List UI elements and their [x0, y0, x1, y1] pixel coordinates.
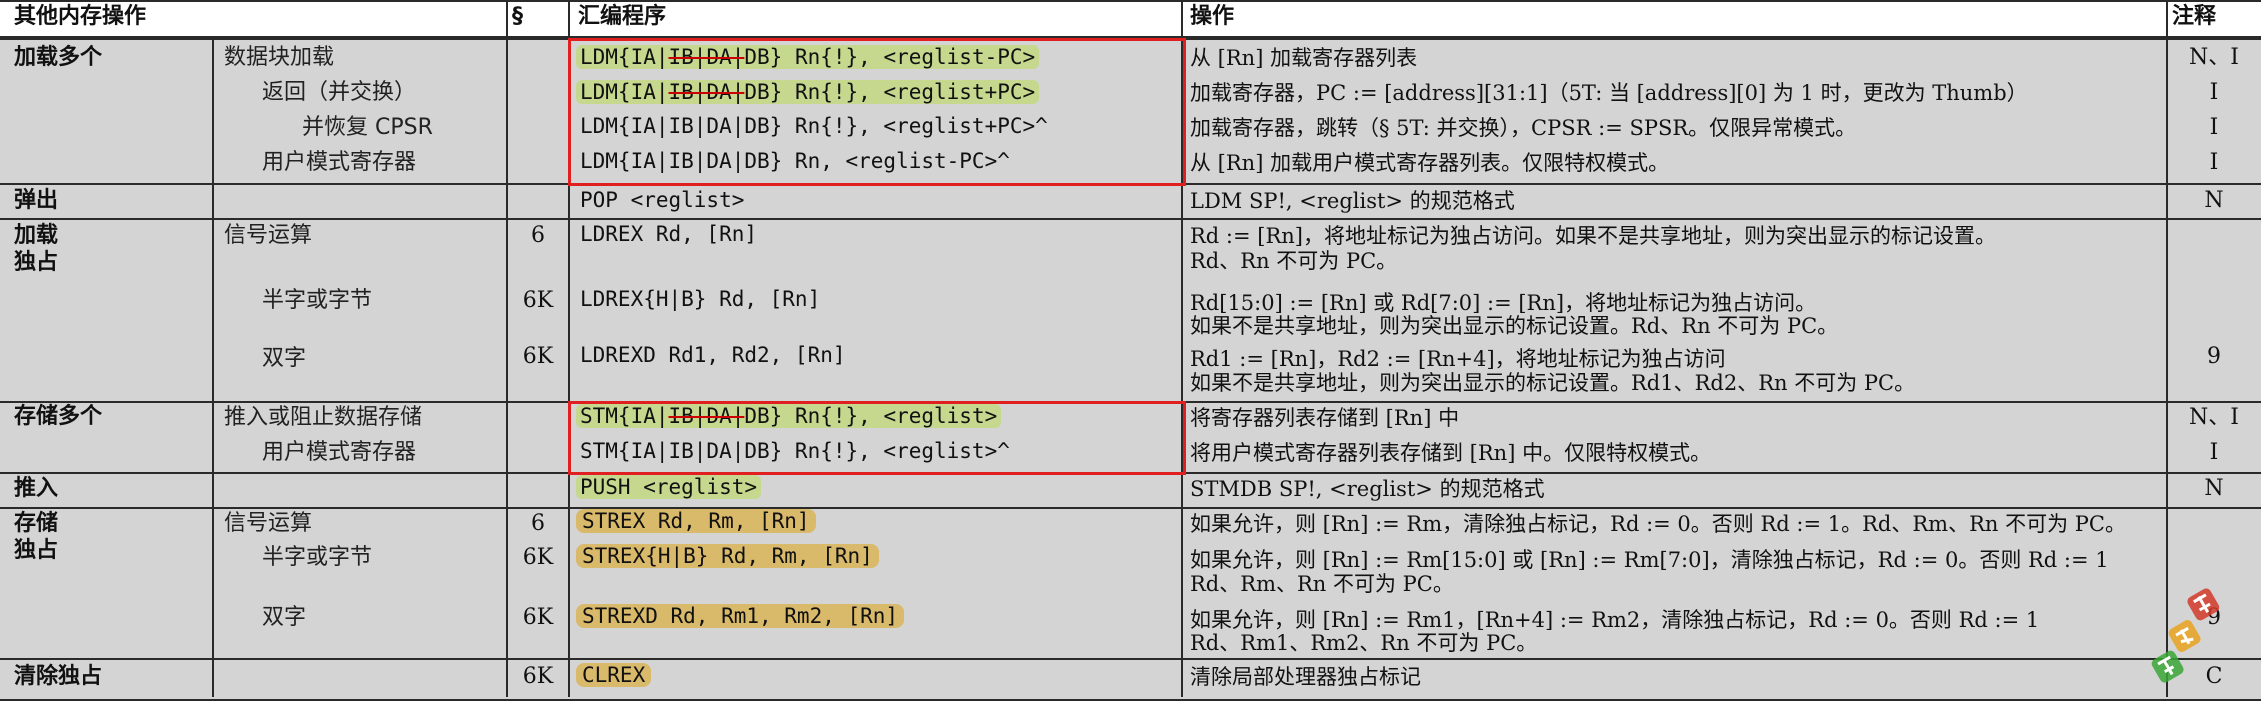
row-subtitle: 半字或字节 — [262, 288, 373, 313]
note-text: N — [2204, 188, 2224, 213]
table-header — [0, 0, 2261, 38]
assembler-code: STREXD Rd, Rm1, Rm2, [Rn] — [576, 603, 905, 629]
group-label: 独占 — [14, 538, 59, 563]
assembler-code: LDREX{H|B} Rd, [Rn] — [580, 287, 821, 311]
row-subtitle: 并恢复 CPSR — [302, 115, 433, 140]
operation-text: 从 [Rn] 加载寄存器列表 — [1190, 46, 1418, 70]
row-subtitle: 用户模式寄存器 — [262, 150, 417, 175]
section-number: 6K — [522, 664, 554, 689]
assembler-code: CLREX — [576, 662, 652, 688]
highlight-exclusive: CLREX — [576, 663, 652, 687]
row-subtitle: 数据块加载 — [224, 45, 335, 70]
group-label: 加载 — [14, 223, 59, 248]
operation-text: 清除局部处理器独占标记 — [1190, 665, 1421, 689]
group-label: 加载多个 — [14, 45, 103, 70]
highlight-exclusive: STREX{H|B} Rd, Rm, [Rn] — [576, 544, 879, 568]
row-subtitle: 半字或字节 — [262, 545, 373, 570]
operation-text: 如果不是共享地址，则为突出显示的标记设置。Rd1、Rd2、Rn 不可为 PC。 — [1190, 371, 1916, 395]
section-number: 6 — [531, 511, 545, 536]
assembler-code: PUSH <reglist> — [576, 474, 762, 500]
header-category: 其他内存操作 — [14, 4, 147, 29]
section-number: 6K — [522, 344, 554, 369]
red-box-load-multiple — [568, 38, 1186, 186]
assembler-code: POP <reglist> — [580, 188, 745, 212]
note-text: I — [2209, 115, 2219, 140]
row-subtitle: 推入或阻止数据存储 — [224, 405, 423, 430]
operation-text: 从 [Rn] 加载用户模式寄存器列表。仅限特权模式。 — [1190, 151, 1670, 175]
highlight-exclusive: STREX Rd, Rm, [Rn] — [576, 509, 816, 533]
operation-text: 将寄存器列表存储到 [Rn] 中 — [1190, 406, 1460, 430]
instruction-reference-table: 其他内存操作 § 汇编程序 操作 注释 加载多个 数据块加载 LDM{IA|IB… — [0, 0, 2261, 701]
note-text: N、I — [2189, 45, 2239, 70]
group-label: 存储 — [14, 511, 59, 536]
column-divider — [212, 36, 214, 697]
group-label: 清除独占 — [14, 664, 103, 689]
header-assembler: 汇编程序 — [578, 4, 667, 29]
highlight-supported: PUSH <reglist> — [576, 475, 762, 499]
row-subtitle: 双字 — [262, 346, 307, 371]
row-subtitle: 信号运算 — [224, 511, 313, 536]
assembler-code: LDREXD Rd1, Rd2, [Rn] — [580, 343, 846, 367]
group-push — [0, 472, 2261, 508]
group-clrex — [0, 658, 2261, 701]
highlight-exclusive: STREXD Rd, Rm1, Rm2, [Rn] — [576, 604, 905, 628]
note-text: I — [2209, 440, 2219, 465]
group-pop — [0, 183, 2261, 219]
group-label: 弹出 — [14, 188, 59, 213]
operation-text: 如果不是共享地址，则为突出显示的标记设置。Rd、Rn 不可为 PC。 — [1190, 314, 1839, 338]
section-number: 6K — [522, 288, 554, 313]
assembler-code: STREX{H|B} Rd, Rm, [Rn] — [576, 543, 879, 569]
row-subtitle: 信号运算 — [224, 223, 313, 248]
row-subtitle: 双字 — [262, 605, 307, 630]
group-label: 独占 — [14, 250, 59, 275]
header-section: § — [512, 4, 523, 29]
group-label: 推入 — [14, 476, 59, 501]
operation-text: 如果允许，则 [Rn] := Rm[15:0] 或 [Rn] := Rm[7:0… — [1190, 548, 2109, 572]
section-number: 6K — [522, 605, 554, 630]
watermark-logo-icon — [2151, 588, 2220, 683]
note-text: N — [2204, 476, 2224, 501]
operation-text: Rd、Rm、Rn 不可为 PC。 — [1190, 572, 1454, 596]
header-operation: 操作 — [1190, 4, 1235, 29]
operation-text: 如果允许，则 [Rn] := Rm，清除独占标记，Rd := 0。否则 Rd :… — [1190, 512, 2126, 536]
group-label: 存储多个 — [14, 404, 103, 429]
note-text: I — [2209, 150, 2219, 175]
section-number: 6K — [522, 545, 554, 570]
operation-text: Rd := [Rn]，将地址标记为独占访问。如果不是共享地址，则为突出显示的标记… — [1190, 224, 1996, 248]
note-text: 9 — [2207, 344, 2221, 369]
operation-text: 将用户模式寄存器列表存储到 [Rn] 中。仅限特权模式。 — [1190, 441, 1712, 465]
note-text: N、I — [2189, 405, 2239, 430]
operation-text: 加载寄存器，PC := [address][31:1]（5T: 当 [addre… — [1190, 81, 2028, 105]
note-text: I — [2209, 80, 2219, 105]
assembler-code: STREX Rd, Rm, [Rn] — [576, 508, 816, 534]
section-number: 6 — [531, 223, 545, 248]
operation-text: 加载寄存器，跳转（§ 5T: 并交换），CPSR := SPSR。仅限异常模式。 — [1190, 116, 1857, 140]
operation-text: LDM SP!, <reglist> 的规范格式 — [1190, 189, 1515, 213]
row-subtitle: 返回（并交换） — [262, 80, 417, 105]
operation-text: Rd、Rm1、Rm2、Rn 不可为 PC。 — [1190, 631, 1538, 655]
red-box-store-multiple — [568, 401, 1186, 475]
operation-text: Rd1 := [Rn]，Rd2 := [Rn+4]，将地址标记为独占访问 — [1190, 347, 1726, 371]
row-subtitle: 用户模式寄存器 — [262, 440, 417, 465]
assembler-code: LDREX Rd, [Rn] — [580, 222, 758, 246]
operation-text: Rd、Rn 不可为 PC。 — [1190, 249, 1398, 273]
header-notes: 注释 — [2172, 4, 2217, 29]
operation-text: STMDB SP!, <reglist> 的规范格式 — [1190, 477, 1545, 501]
